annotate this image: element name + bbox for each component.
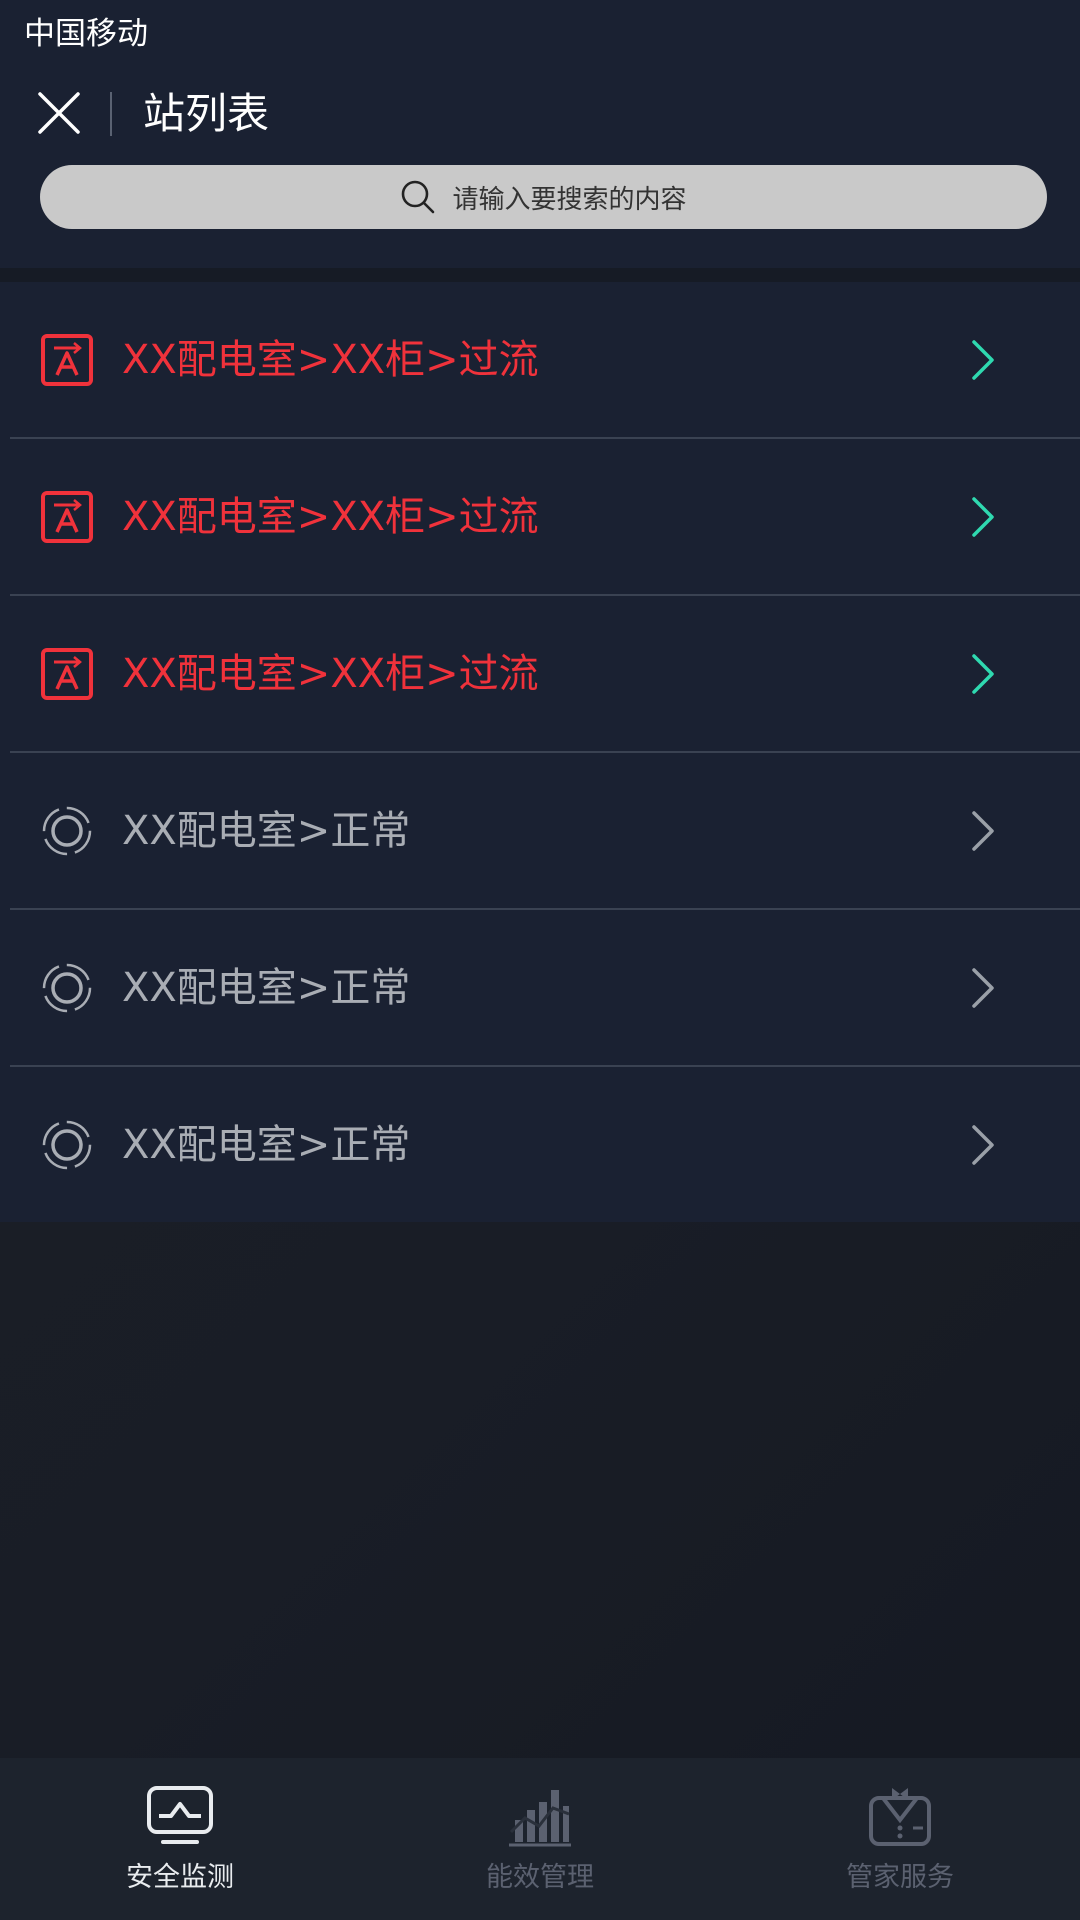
station-row[interactable]: XX配电室>XX柜>过流: [10, 439, 1080, 596]
chevron-right-icon: [966, 964, 1000, 1012]
station-row[interactable]: XX配电室>正常: [10, 1067, 1080, 1222]
station-row[interactable]: XX配电室>XX柜>过流: [10, 282, 1080, 439]
normal-ring-icon: [40, 1118, 94, 1172]
chevron-right-icon: [966, 807, 1000, 855]
station-label: XX配电室>XX柜>过流: [122, 336, 539, 383]
station-list: XX配电室>XX柜>过流 XX配电室>XX柜>过流 XX配电室>XX柜>过流 XX配电…: [0, 282, 1080, 1222]
station-label: XX配电室>XX柜>过流: [122, 650, 539, 697]
normal-ring-icon: [40, 961, 94, 1015]
station-label: XX配电室>正常: [122, 1121, 411, 1168]
butler-icon: [865, 1782, 935, 1852]
tab-label: 管家服务: [846, 1862, 954, 1893]
close-button[interactable]: [30, 84, 88, 142]
station-row[interactable]: XX配电室>正常: [10, 910, 1080, 1067]
station-row[interactable]: XX配电室>XX柜>过流: [10, 596, 1080, 753]
tab-butler-service[interactable]: 管家服务: [720, 1758, 1080, 1920]
search-icon: [400, 179, 436, 215]
station-row[interactable]: XX配电室>正常: [10, 753, 1080, 910]
tab-safety-monitoring[interactable]: 安全监测: [0, 1758, 360, 1920]
header: 站列表 请输入要搜索的内容: [0, 70, 1080, 268]
alarm-icon: [40, 647, 94, 701]
alarm-icon: [40, 490, 94, 544]
search-placeholder: 请输入要搜索的内容: [452, 184, 687, 215]
tab-energy-efficiency[interactable]: 能效管理: [360, 1758, 720, 1920]
tab-bar: 安全监测 能效管理 管家服务: [0, 1758, 1080, 1920]
list-gap: [0, 268, 1080, 282]
chevron-right-icon: [966, 1121, 1000, 1169]
header-divider: [110, 92, 112, 136]
page-title: 站列表: [143, 89, 270, 138]
chevron-right-icon: [966, 650, 1000, 698]
tab-label: 安全监测: [126, 1862, 234, 1893]
normal-ring-icon: [40, 804, 94, 858]
alarm-icon: [40, 333, 94, 387]
monitor-icon: [145, 1782, 215, 1852]
station-label: XX配电室>正常: [122, 964, 411, 1011]
search-bar[interactable]: 请输入要搜索的内容: [40, 165, 1047, 229]
station-label: XX配电室>正常: [122, 807, 411, 854]
chevron-right-icon: [966, 493, 1000, 541]
close-icon: [38, 92, 80, 134]
station-label: XX配电室>XX柜>过流: [122, 493, 539, 540]
carrier-name: 中国移动: [24, 16, 148, 52]
chevron-right-icon: [966, 336, 1000, 384]
status-bar: 中国移动: [0, 0, 1080, 70]
bar-chart-icon: [505, 1782, 575, 1852]
tab-label: 能效管理: [486, 1862, 594, 1893]
